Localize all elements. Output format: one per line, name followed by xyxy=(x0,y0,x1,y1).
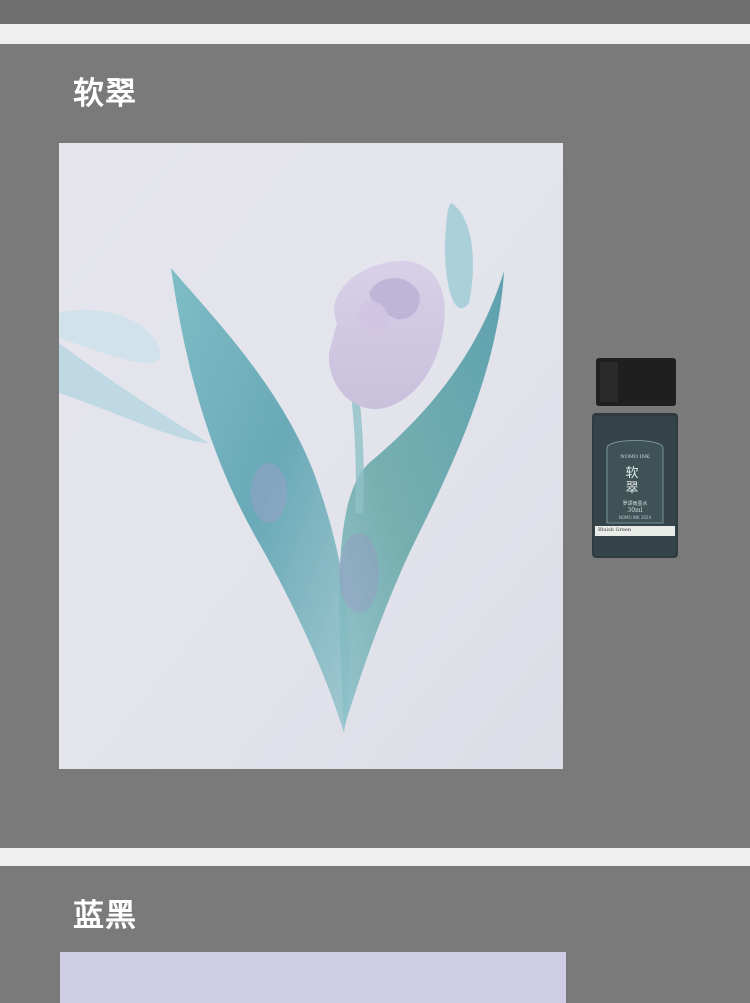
tulip-painting xyxy=(59,143,563,769)
separator-2 xyxy=(0,848,750,866)
bottle-code: NOMO INK 2024 xyxy=(618,515,652,520)
separator-1 xyxy=(0,24,750,44)
bottle-english-name: Bluish Green xyxy=(598,527,631,533)
section-lanhei: 蓝黑 xyxy=(0,866,750,1003)
section-title: 蓝黑 xyxy=(73,898,137,934)
section-ruancui: 软翠 NOMO INK 软翠 罗颂雨墨水 30ml NOMO INK 2024 … xyxy=(0,44,750,848)
section-title: 软翠 xyxy=(73,76,137,112)
bottle-brand: NOMO INK xyxy=(620,454,650,460)
painting-2-top xyxy=(60,952,566,1003)
ink-bottle: NOMO INK 软翠 罗颂雨墨水 30ml NOMO INK 2024 Blu… xyxy=(590,358,680,558)
bottle-volume: 30ml xyxy=(627,507,643,514)
bottle-ink-name: 软翠 xyxy=(625,466,639,496)
top-strip xyxy=(0,0,750,24)
bottle-subtitle: 罗颂雨墨水 xyxy=(622,501,648,507)
